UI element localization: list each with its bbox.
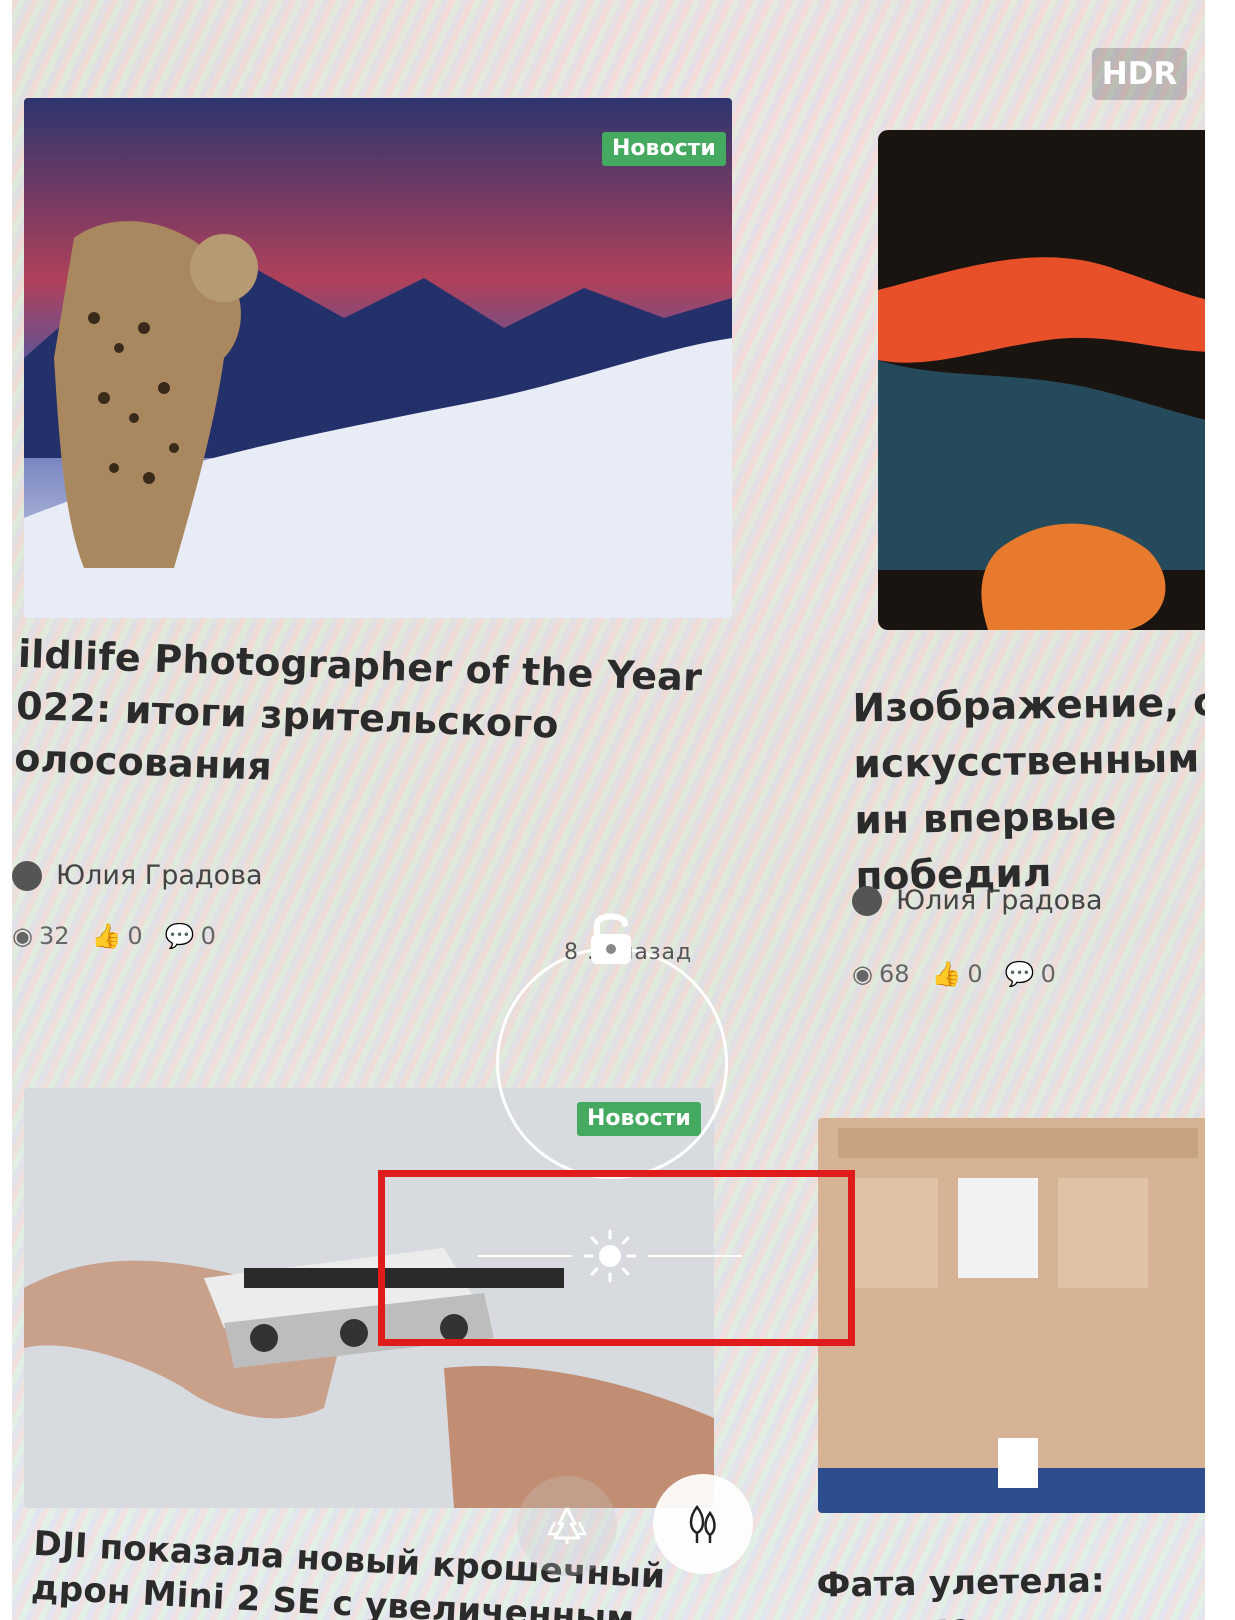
mode-button-a[interactable] [517, 1476, 617, 1576]
tree-outline-icon [546, 1507, 588, 1544]
mode-button-b[interactable] [653, 1474, 753, 1574]
likes-stat[interactable]: 👍 0 [932, 960, 983, 988]
comment-icon: 💬 [164, 922, 195, 950]
views-stat: ◉ 68 [852, 960, 910, 988]
eye-icon: ◉ [852, 960, 873, 988]
article-title[interactable]: DJI показала новый крошечный дрон Mini 2… [30, 1522, 734, 1620]
highlight-box [378, 1170, 855, 1346]
article-title[interactable]: Изображение, со искусственным ин впервые… [852, 675, 1205, 906]
news-tag[interactable]: Новости [602, 132, 726, 166]
article-title[interactable]: Фата улетела: лучшие [816, 1556, 1205, 1620]
article-author[interactable]: Юлия Градова [852, 885, 1103, 916]
article-stats: ◉ 32 👍 0 💬 0 [12, 922, 216, 950]
unlock-icon [591, 913, 631, 964]
tree-filled-icon [689, 1504, 716, 1543]
thumb-up-icon: 👍 [91, 922, 122, 950]
comments-stat[interactable]: 💬 0 [1005, 960, 1056, 988]
building-article-image [818, 1118, 1205, 1513]
viewfinder-edge-right [1205, 0, 1235, 1620]
article-stats: ◉ 68 👍 0 💬 0 [852, 960, 1056, 988]
camera-viewfinder: Новости ildlife Photographer of the Year… [12, 0, 1205, 1620]
author-avatar [12, 860, 42, 891]
hdr-toggle-button[interactable]: HDR [1092, 48, 1187, 100]
focus-lock-button[interactable] [587, 910, 635, 968]
eye-icon: ◉ [12, 922, 33, 950]
views-stat: ◉ 32 [12, 922, 70, 950]
comment-icon: 💬 [1004, 960, 1035, 988]
likes-stat[interactable]: 👍 0 [92, 922, 143, 950]
comments-stat[interactable]: 💬 0 [165, 922, 216, 950]
wave-article-image [878, 130, 1205, 630]
focus-ring[interactable] [496, 947, 728, 1179]
article-title[interactable]: ildlife Photographer of the Year 022: ит… [13, 628, 718, 808]
article-author[interactable]: Юлия Градова [12, 860, 263, 891]
thumb-up-icon: 👍 [931, 960, 962, 988]
leopard-article-image [24, 98, 732, 618]
author-name: Юлия Градова [896, 885, 1103, 916]
author-avatar [852, 885, 882, 916]
author-name: Юлия Градова [56, 860, 263, 891]
viewfinder-edge-left [0, 0, 12, 1620]
